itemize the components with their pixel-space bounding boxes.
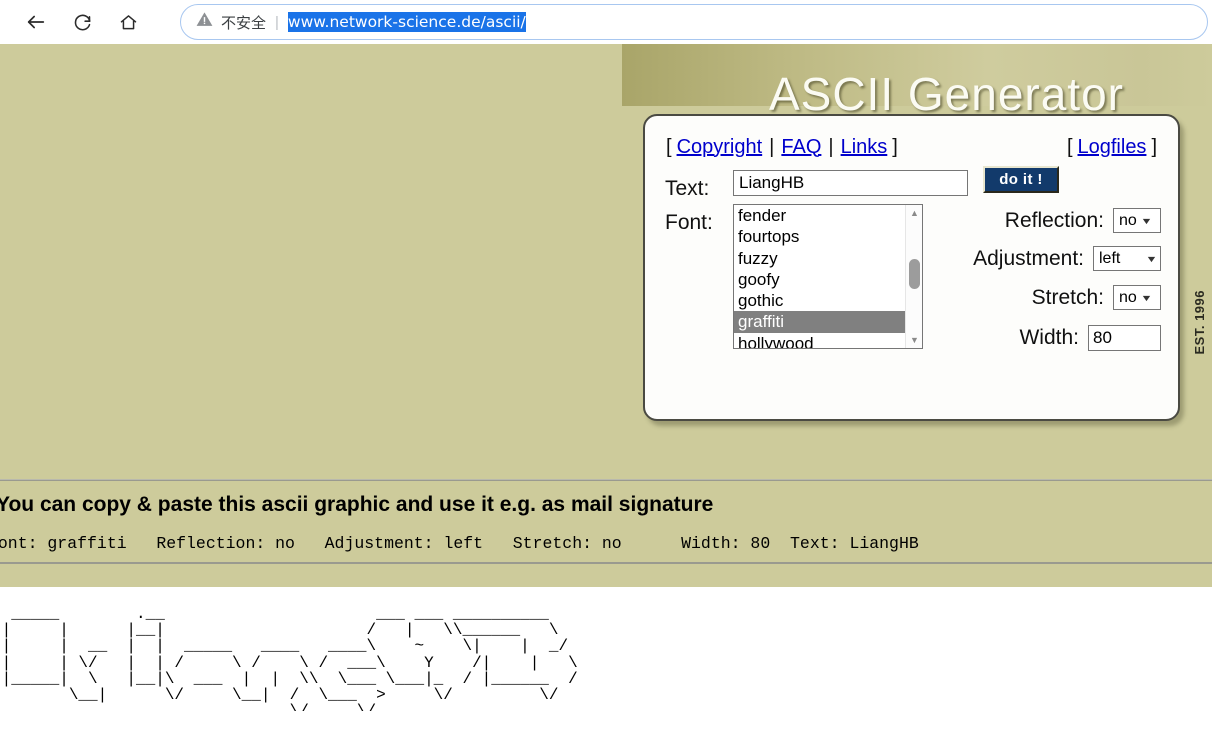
security-label: 不安全	[221, 13, 267, 32]
reflection-row: Reflection: no ▼	[931, 208, 1161, 233]
address-bar[interactable]: 不安全 | www.network-science.de/ascii/	[180, 4, 1208, 40]
font-option-goofy[interactable]: goofy	[734, 269, 905, 290]
stretch-value: no	[1119, 288, 1137, 306]
page-top-section: ASCII Generator [ Copyright | FAQ | Link…	[0, 44, 1212, 479]
nav-links-row: [ Copyright | FAQ | Links ] [ Logfiles ]	[661, 134, 1162, 160]
link-links[interactable]: Links	[841, 136, 888, 159]
nav-links-left: [ Copyright | FAQ | Links ]	[661, 136, 903, 159]
ascii-output-area[interactable]: _____ .__ ___ ___ __________ | | |__| / …	[0, 587, 1212, 711]
nav-links-right: [ Logfiles ]	[1062, 136, 1162, 159]
established-badge: EST. 1996	[1192, 290, 1207, 355]
scroll-up-arrow-icon[interactable]: ▲	[906, 205, 922, 221]
ascii-art-output[interactable]: _____ .__ ___ ___ __________ | | |__| / …	[0, 606, 578, 711]
page-title: ASCII Generator	[768, 68, 1124, 120]
stretch-label: Stretch:	[1031, 285, 1104, 309]
reload-button[interactable]	[64, 4, 100, 40]
text-input[interactable]	[733, 170, 968, 196]
link-separator-2: |	[828, 135, 834, 158]
adjustment-label: Adjustment:	[973, 246, 1084, 270]
site-banner: ASCII Generator	[622, 44, 1212, 120]
generator-form-panel: [ Copyright | FAQ | Links ] [ Logfiles ]…	[643, 114, 1180, 421]
font-option-fender[interactable]: fender	[734, 205, 905, 226]
width-label: Width:	[1019, 326, 1079, 349]
bracket-open-left: [	[666, 135, 672, 158]
link-copyright[interactable]: Copyright	[677, 136, 763, 159]
font-option-list[interactable]: fender fourtops fuzzy goofy gothic graff…	[734, 205, 905, 348]
do-it-button[interactable]: do it !	[983, 166, 1059, 193]
link-faq[interactable]: FAQ	[781, 136, 821, 159]
font-option-hollywood[interactable]: hollywood	[734, 333, 905, 348]
font-option-fuzzy[interactable]: fuzzy	[734, 248, 905, 269]
font-option-gothic[interactable]: gothic	[734, 290, 905, 311]
browser-toolbar: 不安全 | www.network-science.de/ascii/	[0, 0, 1212, 44]
reflection-select[interactable]: no ▼	[1113, 208, 1161, 233]
divider-above-info	[0, 479, 1212, 481]
adjustment-select[interactable]: left ▼	[1093, 246, 1161, 271]
adjustment-row: Adjustment: left ▼	[931, 246, 1161, 271]
home-button[interactable]	[110, 4, 146, 40]
stretch-select[interactable]: no ▼	[1113, 285, 1161, 310]
bracket-close-left: ]	[892, 135, 898, 158]
scrollbar-thumb[interactable]	[909, 259, 920, 289]
chevron-down-icon: ▼	[1140, 215, 1153, 226]
font-list-scrollbar[interactable]: ▲ ▼	[905, 205, 922, 348]
font-listbox[interactable]: fender fourtops fuzzy goofy gothic graff…	[733, 204, 923, 349]
page-white-space	[0, 711, 1212, 756]
width-row: Width:	[931, 325, 1161, 351]
link-separator-1: |	[769, 135, 775, 158]
url-text[interactable]: www.network-science.de/ascii/	[287, 12, 526, 32]
security-status[interactable]: 不安全	[195, 10, 266, 34]
font-field-label: Font:	[665, 211, 713, 234]
chevron-down-icon: ▼	[1145, 253, 1158, 264]
reload-icon	[72, 12, 93, 33]
stretch-row: Stretch: no ▼	[931, 285, 1161, 310]
output-info-strip: You can copy & paste this ascii graphic …	[0, 482, 1212, 562]
back-button[interactable]	[18, 4, 54, 40]
back-arrow-icon	[25, 11, 47, 33]
reflection-label: Reflection:	[1004, 208, 1104, 232]
font-option-graffiti[interactable]: graffiti	[734, 311, 905, 333]
reflection-value: no	[1119, 211, 1137, 229]
parameters-summary: Font: graffiti Reflection: no Adjustment…	[0, 534, 919, 553]
warning-triangle-icon	[195, 10, 214, 34]
scroll-down-arrow-icon[interactable]: ▼	[906, 332, 922, 348]
web-page: ASCII Generator [ Copyright | FAQ | Link…	[0, 44, 1212, 756]
spacer-band	[0, 564, 1212, 587]
font-option-fourtops[interactable]: fourtops	[734, 226, 905, 247]
bracket-close-right: ]	[1151, 135, 1157, 158]
text-field-label: Text:	[665, 177, 710, 200]
width-input[interactable]	[1088, 325, 1161, 351]
bracket-open-right: [	[1066, 135, 1073, 158]
home-icon	[118, 12, 139, 33]
link-logfiles[interactable]: Logfiles	[1078, 136, 1147, 159]
copy-paste-note: You can copy & paste this ascii graphic …	[0, 493, 714, 516]
chevron-down-icon: ▼	[1140, 292, 1153, 303]
omnibox-separator: |	[275, 13, 279, 31]
adjustment-value: left	[1099, 249, 1121, 267]
